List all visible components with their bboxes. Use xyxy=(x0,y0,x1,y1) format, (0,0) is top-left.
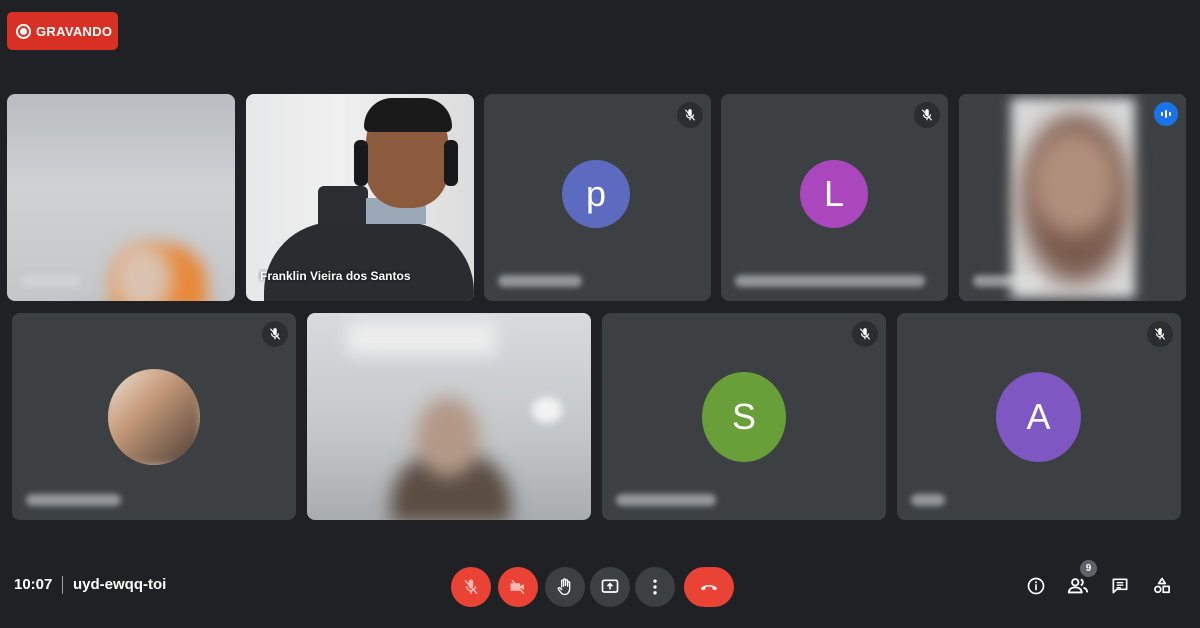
participant-name-blurred xyxy=(498,275,582,287)
recording-badge: GRAVANDO xyxy=(7,12,118,50)
participant-name-blurred xyxy=(973,275,1043,287)
mic-toggle-button[interactable] xyxy=(451,567,491,607)
present-screen-button[interactable] xyxy=(590,567,630,607)
chat-button[interactable] xyxy=(1104,570,1136,602)
recording-label: GRAVANDO xyxy=(36,23,113,39)
camera-toggle-button[interactable] xyxy=(498,567,538,607)
participant-tile-7[interactable] xyxy=(307,313,591,520)
avatar-initial: L xyxy=(823,173,845,214)
current-time: 10:07 xyxy=(14,576,53,593)
more-options-button[interactable] xyxy=(635,567,675,607)
participant-name: Franklin Vieira dos Santos xyxy=(260,269,411,283)
mic-off-icon xyxy=(677,102,703,128)
participant-video xyxy=(307,313,591,520)
avatar: L xyxy=(800,160,868,228)
mic-off-icon xyxy=(1147,321,1173,347)
activities-icon xyxy=(1154,577,1170,594)
participant-tile-p[interactable]: p xyxy=(484,94,711,301)
end-call-icon xyxy=(700,585,718,591)
participant-tile-s[interactable]: S xyxy=(602,313,886,520)
raise-hand-icon xyxy=(557,578,571,596)
raise-hand-button[interactable] xyxy=(545,567,585,607)
participant-video xyxy=(7,94,235,301)
participant-tile-a[interactable]: A xyxy=(897,313,1181,520)
avatar: S xyxy=(702,372,786,462)
avatar-initial: A xyxy=(1026,396,1051,437)
record-icon xyxy=(16,23,31,39)
leave-call-button[interactable] xyxy=(684,567,734,607)
participant-name-blurred xyxy=(26,494,121,506)
mic-off-icon xyxy=(464,579,478,595)
participant-tile-6[interactable] xyxy=(12,313,296,520)
info-icon xyxy=(1027,577,1045,595)
participant-name-blurred xyxy=(21,275,81,287)
mic-off-icon xyxy=(262,321,288,347)
participant-tile-5[interactable] xyxy=(959,94,1186,301)
bottom-bar: 10:07 uyd-ewqq-toi 9 xyxy=(0,556,1200,616)
participant-name-blurred xyxy=(911,494,945,506)
participants-count-badge: 9 xyxy=(1080,560,1097,577)
mic-off-icon xyxy=(852,321,878,347)
present-screen-icon xyxy=(601,579,619,593)
participant-name-blurred xyxy=(616,494,716,506)
avatar: A xyxy=(996,372,1081,462)
avatar-photo xyxy=(108,369,200,465)
more-vert-icon xyxy=(653,579,657,595)
participant-name-blurred xyxy=(735,275,925,287)
divider xyxy=(62,576,63,594)
avatar-initial: p xyxy=(585,173,607,214)
camera-off-icon xyxy=(510,579,525,595)
people-icon xyxy=(1067,578,1089,594)
avatar: p xyxy=(562,160,630,228)
mic-off-icon xyxy=(914,102,940,128)
participant-video xyxy=(959,94,1186,301)
participant-tile-l[interactable]: L xyxy=(721,94,948,301)
avatar-initial: S xyxy=(731,396,756,437)
meeting-code: uyd-ewqq-toi xyxy=(73,576,167,593)
chat-icon xyxy=(1112,578,1128,594)
activities-button[interactable] xyxy=(1146,570,1178,602)
participant-tile-1[interactable] xyxy=(7,94,235,301)
speaking-indicator-icon xyxy=(1154,102,1178,126)
participant-tile-franklin[interactable]: Franklin Vieira dos Santos xyxy=(246,94,474,301)
meeting-details-button[interactable] xyxy=(1020,570,1052,602)
